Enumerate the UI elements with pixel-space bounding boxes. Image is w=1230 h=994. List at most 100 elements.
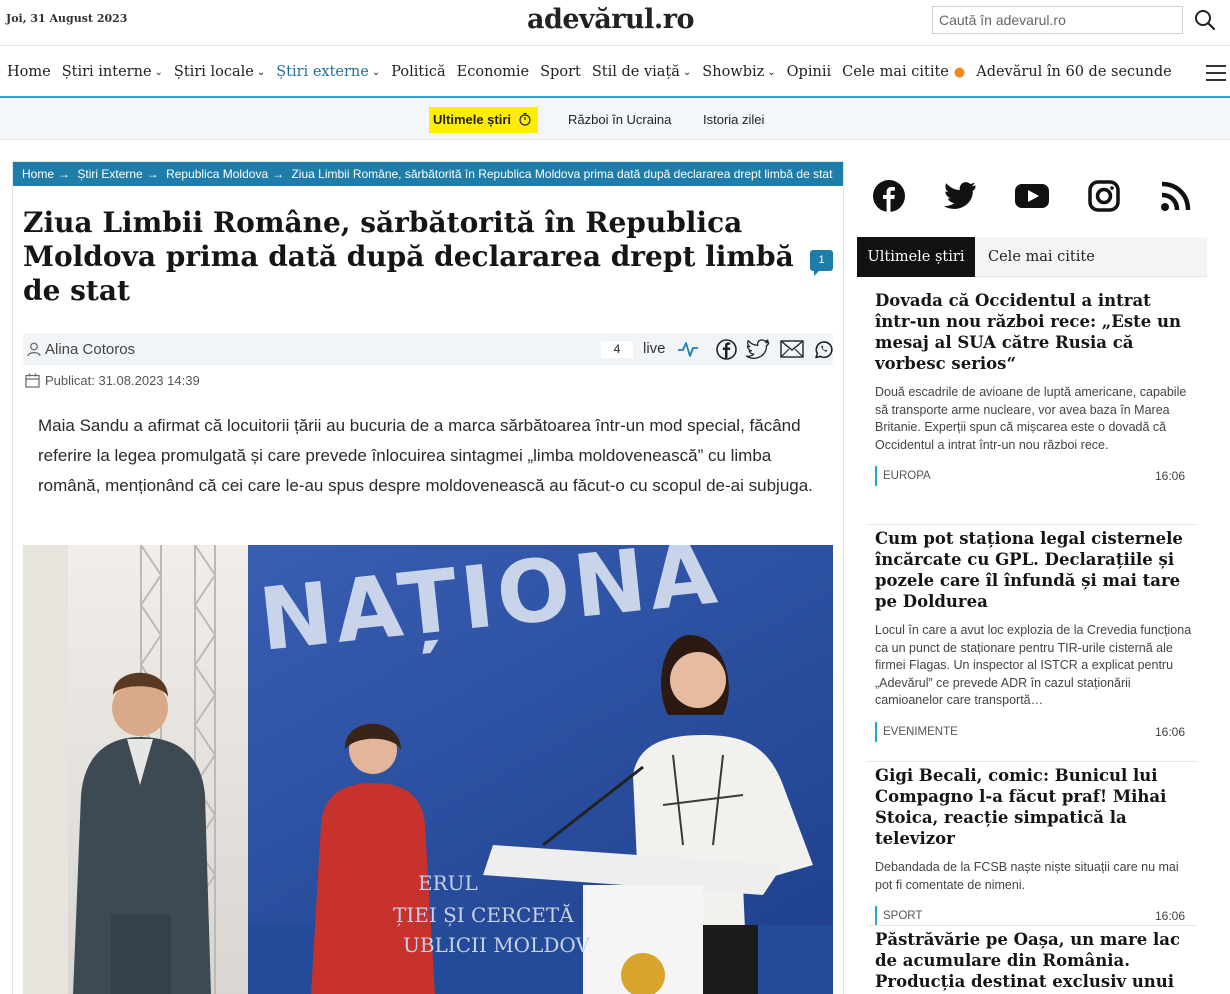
- social-youtube-link[interactable]: [1012, 176, 1052, 216]
- subnav-ultimele-stiri[interactable]: Ultimele știri: [429, 107, 538, 133]
- publish-date: Publicat: 31.08.2023 14:39: [45, 373, 200, 388]
- comments-count-badge[interactable]: 1: [810, 250, 833, 276]
- nav-opinii[interactable]: Opinii: [787, 64, 831, 80]
- nav-showbiz[interactable]: Showbiz ⌄: [702, 64, 775, 80]
- nav-stil-de-viata[interactable]: Stil de viață ⌄: [592, 64, 691, 80]
- search-button[interactable]: [1190, 6, 1220, 34]
- twitter-icon: [746, 339, 770, 359]
- news-title[interactable]: Gigi Becali, comic: Bunicul lui Compagno…: [875, 765, 1195, 849]
- subnav-istoria-zilei[interactable]: Istoria zilei: [703, 107, 764, 133]
- social-instagram-link[interactable]: [1084, 176, 1124, 216]
- share-email-button[interactable]: [779, 337, 805, 361]
- nav-home[interactable]: Home: [7, 64, 51, 80]
- stopwatch-icon: [519, 112, 531, 126]
- divider: [867, 761, 1197, 762]
- chevron-down-icon: ⌄: [154, 66, 163, 78]
- rss-icon: [1161, 181, 1191, 211]
- social-facebook-link[interactable]: [869, 176, 909, 216]
- search-input[interactable]: [932, 6, 1183, 34]
- nav-label: Stil de viață: [591, 64, 680, 80]
- email-icon: [780, 340, 804, 358]
- calendar-icon: [25, 373, 40, 388]
- news-time: 16:06: [1154, 469, 1185, 483]
- chevron-down-icon: ⌄: [767, 66, 776, 78]
- top-bar: Joi, 31 August 2023 adevărul.ro: [0, 0, 1230, 46]
- article: Home → Știri Externe → Republica Moldova → …: [12, 161, 844, 994]
- news-footer: EVENIMENTE 16:06: [875, 721, 1195, 742]
- news-title[interactable]: Dovada că Occidentul a intrat într-un no…: [875, 290, 1195, 374]
- sub-nav: Ultimele știri Război în Ucraina Istoria…: [0, 100, 1230, 140]
- news-title[interactable]: Păstrăvărie pe Oașa, un mare lac de acum…: [875, 929, 1195, 994]
- podium-text-1: ERUL: [418, 871, 478, 895]
- news-category[interactable]: SPORT: [875, 906, 922, 926]
- arrow-right-icon: →: [272, 167, 285, 181]
- article-photo[interactable]: NAȚIONA ERUL ȚIEI ȘI CERCETĂ UBLICII MOL…: [23, 545, 833, 994]
- subnav-razboi-ucraina[interactable]: Război în Ucraina: [568, 107, 671, 133]
- news-footer: SPORT 16:06: [875, 906, 1195, 926]
- whatsapp-icon: [815, 341, 833, 359]
- subnav-label: Ultimele știri: [433, 112, 512, 127]
- breadcrumb-stiri-externe[interactable]: Știri Externe: [77, 167, 142, 181]
- news-category[interactable]: EUROPA: [875, 466, 931, 486]
- tab-cele-mai-citite[interactable]: Cele mai citite: [988, 237, 1095, 277]
- article-photo-illustration: NAȚIONA ERUL ȚIEI ȘI CERCETĂ UBLICII MOL…: [23, 545, 833, 994]
- nav-label: Home: [7, 64, 51, 80]
- nav-sport[interactable]: Sport: [540, 64, 581, 80]
- news-footer: EUROPA 16:06: [875, 466, 1195, 486]
- chevron-down-icon: ⌄: [682, 66, 692, 78]
- chevron-down-icon: ⌄: [371, 66, 381, 78]
- search-icon: [1195, 10, 1216, 31]
- nav-label: Politică: [391, 64, 446, 80]
- fire-icon: ●: [953, 64, 966, 80]
- nav-label: Economie: [456, 64, 530, 80]
- nav-economie[interactable]: Economie: [457, 64, 529, 80]
- main-nav: Home Știri interne ⌄ Știri locale ⌄ Știri …: [0, 48, 1230, 98]
- author-name[interactable]: Alina Cotoros: [45, 341, 135, 358]
- breadcrumb-home[interactable]: Home: [22, 167, 54, 181]
- social-rss-link[interactable]: [1156, 176, 1196, 216]
- article-meta-bar: Alina Cotoros 4 live: [23, 333, 833, 365]
- arrow-right-icon: →: [146, 167, 159, 181]
- instagram-icon: [1088, 180, 1120, 212]
- sidebar-tabs: Ultimele știri Cele mai citite: [857, 237, 1207, 277]
- news-description: Debandada de la FCSB naște niște situați…: [875, 860, 1179, 892]
- nav-label: Adevărul în 60 de secunde: [976, 64, 1172, 80]
- hamburger-menu-icon[interactable]: [1206, 65, 1226, 81]
- news-item[interactable]: Dovada că Occidentul a intrat într-un no…: [875, 290, 1195, 486]
- current-date: Joi, 31 August 2023: [6, 12, 128, 25]
- nav-stiri-interne[interactable]: Știri interne ⌄: [62, 64, 163, 80]
- share-twitter-button[interactable]: [745, 337, 771, 361]
- site-logo[interactable]: adevărul.ro: [527, 4, 694, 35]
- nav-label: Știri interne: [61, 64, 152, 80]
- news-item[interactable]: Gigi Becali, comic: Bunicul lui Compagno…: [875, 765, 1195, 926]
- news-description: Locul în care a avut loc explozia de la …: [875, 623, 1192, 707]
- arrow-right-icon: →: [58, 167, 71, 181]
- nav-label: Cele mai citite: [842, 64, 949, 80]
- nav-politica[interactable]: Politică: [391, 64, 445, 80]
- news-time: 16:06: [1154, 724, 1185, 739]
- divider: [867, 925, 1197, 926]
- share-facebook-button[interactable]: [713, 337, 739, 361]
- pulse-icon: [678, 342, 698, 357]
- news-title[interactable]: Cum pot staționa legal cisternele încărc…: [875, 528, 1195, 612]
- share-whatsapp-button[interactable]: [811, 337, 837, 361]
- podium-text-2: ȚIEI ȘI CERCETĂ: [393, 903, 574, 927]
- nav-stiri-externe[interactable]: Știri externe ⌄: [276, 64, 380, 80]
- live-label: live: [643, 340, 666, 357]
- news-category[interactable]: EVENIMENTE: [875, 721, 958, 742]
- chevron-down-icon: ⌄: [256, 66, 266, 78]
- breadcrumb-current: Ziua Limbii Române, sărbătorită în Repub…: [291, 167, 833, 181]
- youtube-icon: [1015, 184, 1049, 208]
- nav-cele-mai-citite[interactable]: Cele mai citite ●: [842, 64, 965, 80]
- tab-ultimele-stiri[interactable]: Ultimele știri: [857, 237, 975, 277]
- nav-label: Știri locale: [173, 64, 254, 80]
- breadcrumb-republica-moldova[interactable]: Republica Moldova: [166, 167, 268, 181]
- news-item[interactable]: Cum pot staționa legal cisternele încărc…: [875, 528, 1195, 742]
- nav-adevarul-60[interactable]: Adevărul în 60 de secunde: [976, 64, 1172, 80]
- news-description: Două escadrile de avioane de luptă ameri…: [875, 385, 1187, 452]
- news-item[interactable]: Păstrăvărie pe Oașa, un mare lac de acum…: [875, 929, 1195, 994]
- social-twitter-link[interactable]: [940, 176, 980, 216]
- nav-stiri-locale[interactable]: Știri locale ⌄: [174, 64, 265, 80]
- nav-label: Sport: [540, 64, 581, 80]
- news-time: 16:06: [1154, 909, 1185, 923]
